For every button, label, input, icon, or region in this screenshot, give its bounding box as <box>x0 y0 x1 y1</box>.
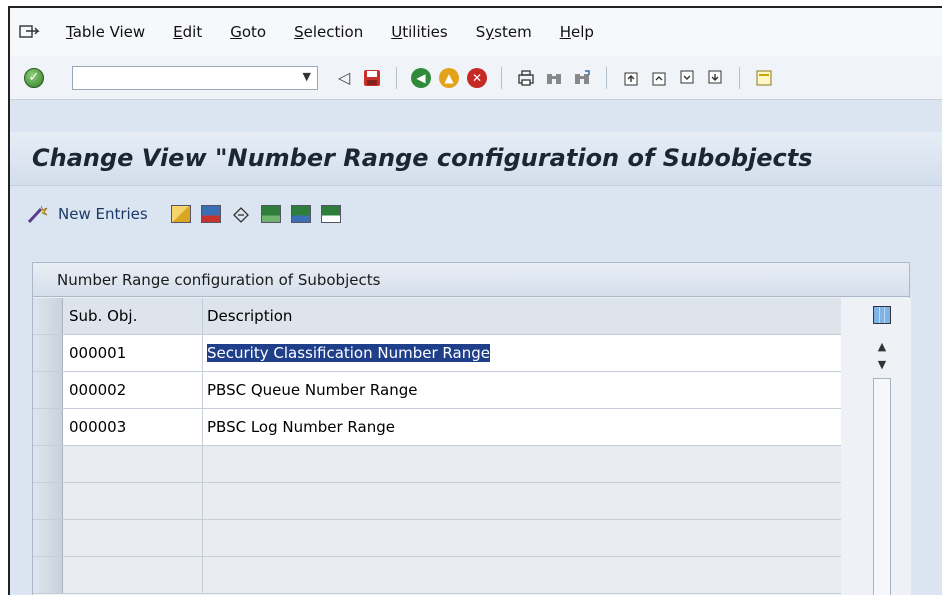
exit-icon[interactable]: ▲ <box>439 67 459 88</box>
collapse-left-icon[interactable]: ◁ <box>334 68 354 88</box>
menu-system[interactable]: System <box>476 23 532 41</box>
table-header-row: Sub. Obj. Description <box>33 298 841 335</box>
sub-obj-cell[interactable]: 000003 <box>63 409 203 445</box>
find-icon[interactable] <box>544 68 564 88</box>
empty-cell[interactable] <box>63 483 203 519</box>
select-block-icon[interactable] <box>290 205 311 223</box>
menu-selection-rest: election <box>303 23 364 41</box>
first-page-icon[interactable] <box>621 68 641 88</box>
delete-icon[interactable] <box>200 205 221 223</box>
find-next-icon[interactable] <box>572 68 592 88</box>
empty-cell[interactable] <box>203 446 841 482</box>
application-toolbar: New Entries <box>10 188 942 240</box>
print-icon[interactable] <box>516 68 536 88</box>
menu-help-rest: elp <box>570 23 594 41</box>
vertical-scrollbar[interactable]: ▲ ▼ <box>873 338 891 595</box>
table-side-controls: ▲ ▼ <box>841 298 911 595</box>
empty-cell[interactable] <box>63 557 203 593</box>
empty-cell[interactable] <box>63 520 203 556</box>
description-cell-selected-text[interactable]: Security Classification Number Range <box>207 344 490 362</box>
select-all-cell[interactable] <box>33 298 63 334</box>
save-icon[interactable] <box>362 68 382 88</box>
column-header-description[interactable]: Description <box>203 298 841 334</box>
menu-table-view-rest: able View <box>72 23 146 41</box>
menu-system-pre: S <box>475 23 486 41</box>
menu-selection[interactable]: Selection <box>294 23 363 41</box>
sap-window: Table View Edit Goto Selection Utilities… <box>8 6 942 595</box>
toolbar-separator <box>739 66 740 89</box>
chevron-down-icon[interactable]: ▼ <box>303 70 311 83</box>
description-cell[interactable]: PBSC Queue Number Range <box>203 372 841 408</box>
new-entries-icon[interactable] <box>26 203 52 225</box>
sub-obj-cell[interactable]: 000001 <box>63 335 203 371</box>
page-title: Change View "Number Range configuration … <box>32 144 813 172</box>
menu-bar: Table View Edit Goto Selection Utilities… <box>10 8 942 56</box>
menu-goto-rest: oto <box>241 23 267 41</box>
menu-table-view-key: T <box>66 23 73 41</box>
copy-as-icon[interactable] <box>170 205 191 223</box>
row-selector[interactable] <box>33 372 63 408</box>
table-row: 000002 PBSC Queue Number Range <box>33 372 841 409</box>
description-cell[interactable]: PBSC Log Number Range <box>203 409 841 445</box>
column-header-sub-obj[interactable]: Sub. Obj. <box>63 298 203 334</box>
table-grid: Sub. Obj. Description 000001 Security Cl… <box>33 298 841 594</box>
menu-system-rest: stem <box>494 23 532 41</box>
toolbar-separator <box>501 66 502 89</box>
undo-change-icon[interactable] <box>231 205 251 223</box>
menu-edit[interactable]: Edit <box>173 23 202 41</box>
row-selector[interactable] <box>33 483 63 519</box>
back-icon[interactable]: ◀ <box>411 67 431 88</box>
command-field[interactable]: ▼ <box>72 65 318 90</box>
table-row: 000001 Security Classification Number Ra… <box>33 335 841 372</box>
enter-checkmark-icon[interactable]: ✓ <box>24 67 44 88</box>
menu-utilities[interactable]: Utilities <box>391 23 447 41</box>
new-entries-button[interactable]: New Entries <box>58 205 148 223</box>
scroll-up-icon[interactable]: ▲ <box>873 338 891 356</box>
menu-goto[interactable]: Goto <box>230 23 266 41</box>
empty-cell[interactable] <box>203 557 841 593</box>
empty-cell[interactable] <box>63 446 203 482</box>
row-selector[interactable] <box>33 335 63 371</box>
last-page-icon[interactable] <box>705 68 725 88</box>
toolbar-separator <box>606 66 607 89</box>
menu-help-key: H <box>559 23 571 41</box>
table-row: 000003 PBSC Log Number Range <box>33 409 841 446</box>
empty-cell[interactable] <box>203 483 841 519</box>
table-row-empty <box>33 483 841 520</box>
system-menu-icon[interactable] <box>18 23 42 41</box>
menu-goto-key: G <box>230 23 242 41</box>
table-caption: Number Range configuration of Subobjects <box>33 263 909 297</box>
menu-edit-key: E <box>173 23 183 41</box>
menu-selection-key: S <box>294 23 304 41</box>
table-panel: Number Range configuration of Subobjects… <box>32 262 911 595</box>
deselect-all-icon[interactable] <box>320 205 341 223</box>
cancel-icon[interactable]: ✕ <box>467 67 487 88</box>
create-session-icon[interactable] <box>754 68 774 88</box>
description-cell[interactable]: Security Classification Number Range <box>203 335 841 371</box>
table-row-empty <box>33 520 841 557</box>
menu-help[interactable]: Help <box>560 23 594 41</box>
next-page-icon[interactable] <box>677 68 697 88</box>
scroll-down-icon[interactable]: ▼ <box>873 356 891 374</box>
empty-cell[interactable] <box>203 520 841 556</box>
toolbar-separator <box>396 66 397 89</box>
scrollbar-track[interactable] <box>873 378 891 595</box>
title-bar: Change View "Number Range configuration … <box>10 132 942 186</box>
column-settings-icon[interactable] <box>873 306 891 324</box>
table-row-empty <box>33 446 841 483</box>
table-row-empty <box>33 557 841 594</box>
menu-utilities-rest: tilities <box>402 23 448 41</box>
row-selector[interactable] <box>33 557 63 593</box>
select-all-icon[interactable] <box>260 205 281 223</box>
row-selector[interactable] <box>33 409 63 445</box>
row-selector[interactable] <box>33 446 63 482</box>
standard-toolbar: ✓ ▼ ◁ ◀ ▲ ✕ <box>10 56 942 100</box>
previous-page-icon[interactable] <box>649 68 669 88</box>
menu-edit-rest: dit <box>182 23 203 41</box>
menu-table-view[interactable]: Table View <box>66 23 145 41</box>
row-selector[interactable] <box>33 520 63 556</box>
menu-utilities-key: U <box>391 23 403 41</box>
menu-system-key: y <box>485 23 495 41</box>
sub-obj-cell[interactable]: 000002 <box>63 372 203 408</box>
